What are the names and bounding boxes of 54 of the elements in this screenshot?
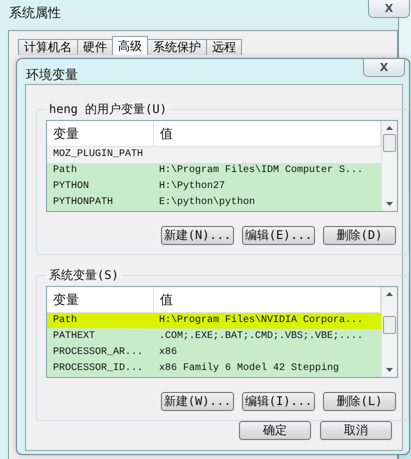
variable-value: E:\python\python (158, 196, 256, 210)
list-row[interactable]: PYTHON H:\Python27 (47, 179, 381, 195)
dialog-button[interactable]: 编辑(I)... (242, 392, 315, 411)
scrollbar[interactable] (381, 121, 397, 211)
variable-value: H:\Program Files\NVIDIA Corpora... (158, 314, 364, 328)
dialog-button[interactable]: 新建(N)... (161, 226, 234, 245)
scroll-up-icon[interactable] (386, 292, 393, 296)
variable-name: PYTHONPATH (52, 196, 114, 210)
list-row[interactable]: MOZ_PLUGIN_PATH (47, 147, 381, 163)
dialog-button[interactable]: 取消 (320, 421, 392, 440)
scroll-up-icon[interactable] (386, 126, 393, 130)
dialog-button[interactable]: 确定 (239, 421, 311, 440)
variable-name: MOZ_PLUGIN_PATH (52, 148, 144, 162)
list-row[interactable]: Path H:\Program Files\NVIDIA Corpora... (47, 313, 381, 329)
scrollbar[interactable] (381, 287, 397, 377)
dialog-button[interactable]: 编辑(E)... (242, 226, 315, 245)
variable-name: Path (52, 164, 78, 178)
column-header[interactable]: 变量 (47, 121, 154, 146)
tab[interactable]: 硬件 (77, 39, 113, 55)
scroll-thumb[interactable] (383, 316, 396, 334)
variable-name: PYTHON (52, 180, 90, 194)
group-label: 系统变量(S) (48, 267, 120, 284)
variable-value: x86 Family 6 Model 42 Stepping (158, 362, 340, 376)
variable-value: H:\Program Files\IDM Computer S... (158, 164, 364, 178)
dialog-title: 环境变量 (26, 67, 78, 84)
variables-list[interactable]: 变量 值 Path H:\Program Files\NVIDIA Corpora... PATHEXT .COM;.EXE;.BAT;.CMD;.VBS;.VBE;.... PROCESSOR_AR... x86 PROCESSOR_ID... x86 Family 6 Model 42 Stepping (46, 286, 398, 378)
list-row[interactable]: Path H:\Program Files\IDM Computer S... (47, 163, 381, 179)
variables-list[interactable]: 变量 值 MOZ_PLUGIN_PATH Path H:\Program Files\IDM Computer S... PYTHON H:\Python27 PYTHONPATH E:\python\python (46, 120, 398, 212)
variable-value: x86 (158, 346, 178, 360)
list-row[interactable]: PATHEXT .COM;.EXE;.BAT;.CMD;.VBS;.VBE;.... (47, 329, 381, 345)
list-row[interactable]: PYTHONPATH E:\python\python (47, 195, 381, 211)
scroll-down-icon[interactable] (386, 202, 393, 206)
variable-name: PATHEXT (52, 330, 96, 344)
variable-value: .COM;.EXE;.BAT;.CMD;.VBS;.VBE;.... (158, 330, 364, 344)
dialog-button[interactable]: 删除(L) (323, 392, 396, 411)
scroll-down-icon[interactable] (386, 368, 393, 372)
list-row[interactable]: PROCESSOR_AR... x86 (47, 345, 381, 361)
dialog-button[interactable]: 删除(D) (323, 226, 396, 245)
close-button[interactable]: X (368, 0, 410, 18)
close-button[interactable]: X (363, 59, 405, 77)
variable-value: H:\Python27 (158, 180, 226, 194)
tab[interactable]: 远程 (206, 39, 242, 55)
scroll-thumb[interactable] (383, 134, 396, 152)
window-title: 系统属性 (9, 5, 61, 22)
variable-name: PROCESSOR_ID... (52, 362, 144, 376)
variable-name: Path (52, 314, 78, 328)
tab[interactable]: 高级 (112, 36, 148, 55)
list-row[interactable]: PROCESSOR_ID... x86 Family 6 Model 42 Stepping (47, 361, 381, 377)
column-header[interactable]: 变量 (47, 287, 154, 312)
tab[interactable]: 计算机名 (18, 39, 78, 55)
dialog-button[interactable]: 新建(W)... (161, 392, 234, 411)
tab[interactable]: 系统保护 (147, 39, 207, 55)
group-label: heng 的用户变量(U) (48, 101, 168, 118)
variable-name: PROCESSOR_AR... (52, 346, 144, 360)
